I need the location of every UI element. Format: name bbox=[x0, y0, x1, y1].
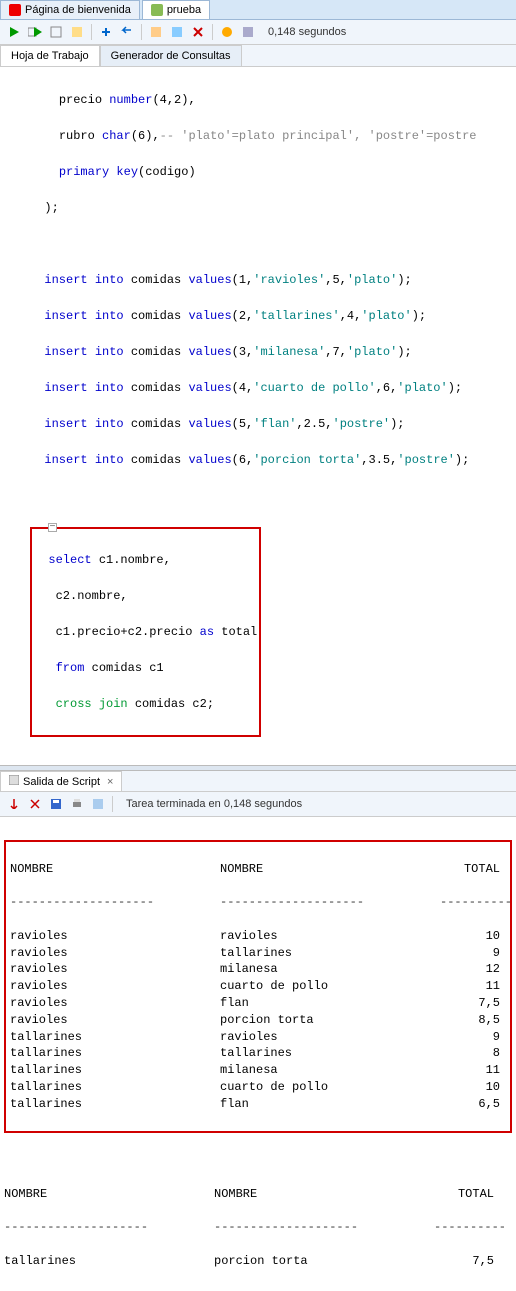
unshared-button[interactable] bbox=[147, 23, 165, 41]
commit-button[interactable] bbox=[97, 23, 115, 41]
print-button[interactable] bbox=[68, 795, 86, 813]
nav-button[interactable] bbox=[168, 23, 186, 41]
tab-label: prueba bbox=[167, 4, 201, 16]
tab-worksheet[interactable]: Hoja de Trabajo bbox=[0, 45, 100, 66]
explain-button[interactable] bbox=[47, 23, 65, 41]
result-row: tallarinesmilanesa11 bbox=[10, 1062, 506, 1079]
result-row: raviolescuarto de pollo11 bbox=[10, 978, 506, 995]
result-row: raviolesravioles10 bbox=[10, 928, 506, 945]
owa-button[interactable] bbox=[239, 23, 257, 41]
separator bbox=[141, 24, 142, 40]
output-tab[interactable]: Salida de Script × bbox=[0, 771, 122, 791]
main-toolbar: 0,148 segundos bbox=[0, 20, 516, 45]
result-row: raviolestallarines9 bbox=[10, 945, 506, 962]
save-button[interactable] bbox=[47, 795, 65, 813]
result-row: tallarinesravioles9 bbox=[10, 1029, 506, 1046]
output-header: Salida de Script × bbox=[0, 771, 516, 792]
oracle-icon bbox=[9, 4, 21, 16]
tab-welcome[interactable]: Página de bienvenida bbox=[0, 0, 140, 19]
wrap-button[interactable] bbox=[89, 795, 107, 813]
task-status: Tarea terminada en 0,148 segundos bbox=[126, 798, 302, 810]
sub-tabs: Hoja de Trabajo Generador de Consultas bbox=[0, 45, 516, 67]
close-icon[interactable]: × bbox=[107, 776, 113, 788]
result-row: raviolesporcion torta8,5 bbox=[10, 1012, 506, 1029]
pin-button[interactable] bbox=[5, 795, 23, 813]
result-row: raviolesmilanesa12 bbox=[10, 961, 506, 978]
run-script-button[interactable] bbox=[26, 23, 44, 41]
script-icon bbox=[9, 775, 19, 788]
top-tabs: Página de bienvenida prueba bbox=[0, 0, 516, 20]
separator bbox=[91, 24, 92, 40]
result-row: raviolesflan7,5 bbox=[10, 995, 506, 1012]
output-toolbar: Tarea terminada en 0,148 segundos bbox=[0, 792, 516, 817]
tab-query-builder[interactable]: Generador de Consultas bbox=[100, 45, 242, 66]
sql-editor[interactable]: precio number(4,2), rubro char(6),-- 'pl… bbox=[0, 67, 516, 765]
tab-label: Página de bienvenida bbox=[25, 4, 131, 16]
result-row: tallarinestallarines8 bbox=[10, 1045, 506, 1062]
dbms-button[interactable] bbox=[218, 23, 236, 41]
run-button[interactable] bbox=[5, 23, 23, 41]
result-block-1: NOMBRENOMBRETOTAL ----------------------… bbox=[4, 840, 512, 1134]
result-row: tallarinescuarto de pollo10 bbox=[10, 1079, 506, 1096]
sql-icon bbox=[151, 4, 163, 16]
autotrace-button[interactable] bbox=[68, 23, 86, 41]
highlighted-query: select c1.nombre, c2.nombre, c1.precio+c… bbox=[30, 527, 261, 737]
elapsed-time: 0,148 segundos bbox=[268, 26, 346, 38]
clear-output-button[interactable] bbox=[26, 795, 44, 813]
result-row: tallarinesflan6,5 bbox=[10, 1096, 506, 1113]
separator bbox=[212, 24, 213, 40]
separator bbox=[112, 796, 113, 812]
output-body[interactable]: NOMBRENOMBRETOTAL ----------------------… bbox=[0, 817, 516, 1291]
tab-prueba[interactable]: prueba bbox=[142, 0, 210, 19]
result-row: tallarinesporcion torta7,5 bbox=[4, 1253, 512, 1270]
clear-button[interactable] bbox=[189, 23, 207, 41]
fold-icon[interactable]: − bbox=[48, 523, 57, 532]
rollback-button[interactable] bbox=[118, 23, 136, 41]
